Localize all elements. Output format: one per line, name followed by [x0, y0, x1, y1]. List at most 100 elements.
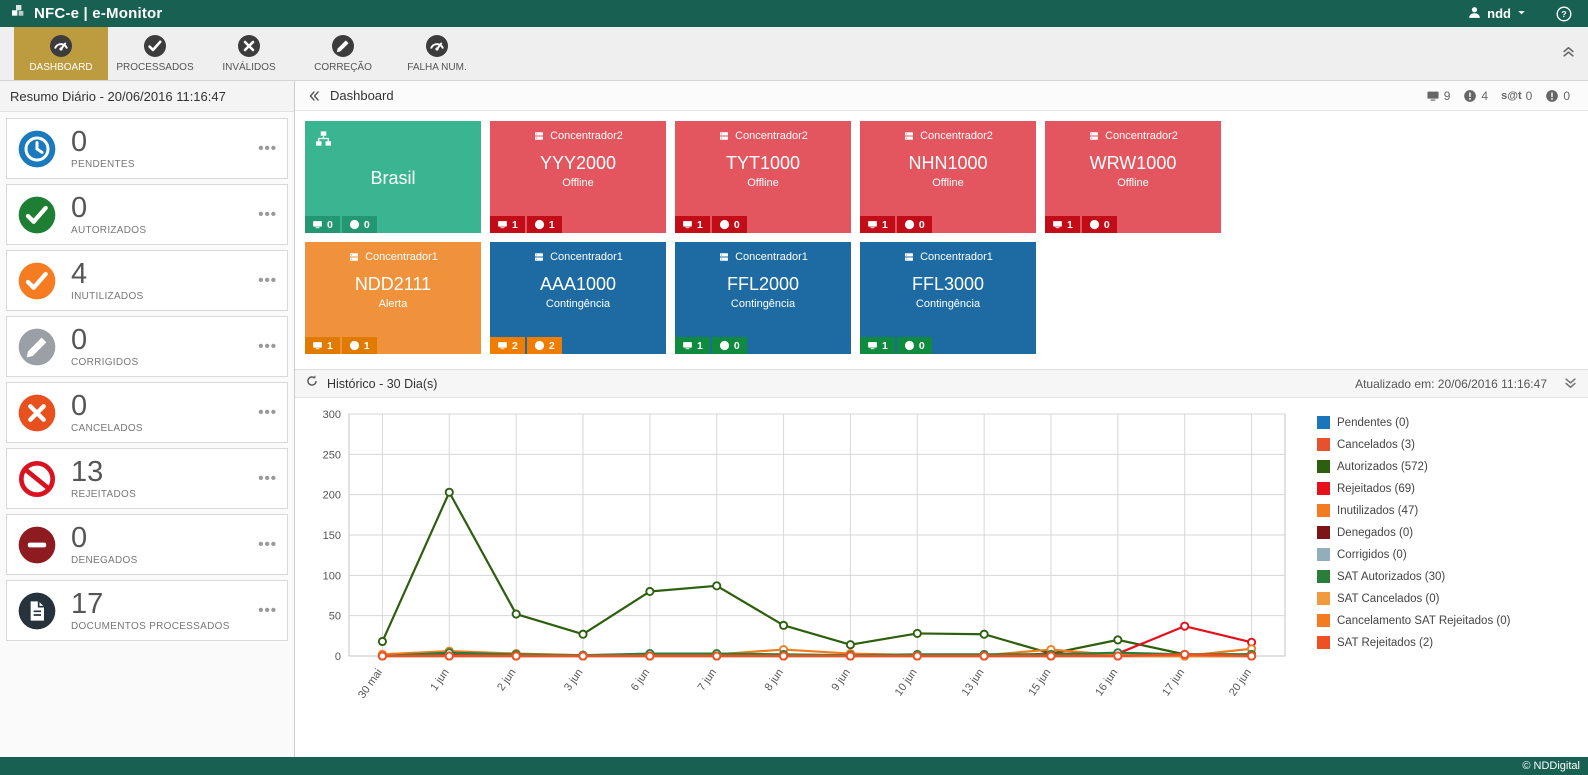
- tile-badge: 2: [490, 337, 525, 354]
- svg-text:250: 250: [323, 449, 341, 461]
- alert-icon: [1089, 219, 1100, 230]
- tab-processados[interactable]: PROCESSADOS: [108, 27, 202, 80]
- concentrator-tile[interactable]: Concentrador2WRW1000Offline10: [1045, 121, 1221, 233]
- tile-badge: 0: [305, 216, 340, 233]
- badge-count: 2: [512, 340, 518, 352]
- card-menu-button[interactable]: •••: [258, 603, 277, 618]
- alert-icon: [719, 219, 730, 230]
- history-chart: 05010015020025030030 mai1 jun2 jun3 jun6…: [301, 404, 1301, 734]
- tile-status: Offline: [490, 177, 666, 189]
- chart-legend: Pendentes (0) Cancelados (3) Autorizados (…: [1301, 404, 1573, 734]
- card-menu-button[interactable]: •••: [258, 339, 277, 354]
- svg-text:30 mai: 30 mai: [356, 667, 385, 701]
- refresh-icon[interactable]: [305, 374, 319, 393]
- card-menu-button[interactable]: •••: [258, 537, 277, 552]
- user-menu[interactable]: ndd: [1467, 5, 1527, 23]
- card-label: INUTILIZADOS: [71, 291, 144, 302]
- legend-swatch: [1317, 460, 1330, 473]
- tab-label: CORREÇÃO: [314, 62, 372, 73]
- tile-badge: 0: [712, 216, 747, 233]
- tab-falha-num-[interactable]: FALHA NUM.: [390, 27, 484, 80]
- collapse-sidebar-button[interactable]: [307, 89, 321, 103]
- card-text: 0CORRIGIDOS: [71, 325, 138, 368]
- legend-swatch: [1317, 636, 1330, 649]
- document-icon: [17, 591, 57, 631]
- alert-icon: [349, 340, 360, 351]
- tab-label: PROCESSADOS: [116, 62, 193, 73]
- legend-item[interactable]: Inutilizados (47): [1317, 504, 1573, 517]
- history-panel: Histórico - 30 Dia(s) Atualizado em: 20/…: [295, 369, 1588, 757]
- card-text: 0DENEGADOS: [71, 523, 138, 566]
- svg-text:300: 300: [323, 409, 341, 421]
- tile-name: NDD2111: [305, 274, 481, 295]
- legend-item[interactable]: SAT Rejeitados (2): [1317, 636, 1573, 649]
- region-tile[interactable]: Brasil00: [305, 121, 481, 233]
- card-menu-button[interactable]: •••: [258, 471, 277, 486]
- tab-label: INVÁLIDOS: [222, 62, 275, 73]
- toolbar-collapse-button[interactable]: [1561, 44, 1576, 64]
- monitor-icon: [867, 219, 878, 230]
- card-label: CORRIGIDOS: [71, 357, 138, 368]
- panel-collapse-button[interactable]: [1563, 376, 1578, 391]
- legend-label: Rejeitados (69): [1337, 483, 1415, 495]
- card-menu-button[interactable]: •••: [258, 207, 277, 222]
- tile-name: NHN1000: [860, 153, 1036, 174]
- footer: © NDDigital: [0, 757, 1588, 775]
- pencil-icon: [331, 34, 355, 58]
- ban-icon: [17, 459, 57, 499]
- concentrator-tile[interactable]: Concentrador1FFL3000Contingência10: [860, 242, 1036, 354]
- legend-item[interactable]: Autorizados (572): [1317, 460, 1573, 473]
- concentrator-tile[interactable]: Concentrador2YYY2000Offline11: [490, 121, 666, 233]
- tab-dashboard[interactable]: DASHBOARD: [14, 27, 108, 80]
- legend-swatch: [1317, 438, 1330, 451]
- badge-count: 1: [327, 340, 333, 352]
- concentrator-tile[interactable]: Concentrador2NHN1000Offline10: [860, 121, 1036, 233]
- monitor-icon: [682, 219, 693, 230]
- concentrator-tile[interactable]: Concentrador1FFL2000Contingência10: [675, 242, 851, 354]
- legend-item[interactable]: SAT Autorizados (30): [1317, 570, 1573, 583]
- concentrator-tile[interactable]: Concentrador2TYT1000Offline10: [675, 121, 851, 233]
- tile-concentrator-label: Concentrador1: [675, 242, 851, 263]
- updated-timestamp: Atualizado em: 20/06/2016 11:16:47: [1355, 377, 1547, 391]
- card-value: 4: [71, 259, 144, 289]
- tile-status: Alerta: [305, 298, 481, 310]
- tile-header-text: Concentrador2: [920, 130, 993, 142]
- card-label: CANCELADOS: [71, 423, 143, 434]
- help-button[interactable]: ?: [1556, 6, 1572, 22]
- tab-corre-o[interactable]: CORREÇÃO: [296, 27, 390, 80]
- legend-item[interactable]: Cancelados (3): [1317, 438, 1573, 451]
- alert-icon: [719, 340, 730, 351]
- x-icon: [237, 34, 261, 58]
- legend-item[interactable]: Rejeitados (69): [1317, 482, 1573, 495]
- legend-item[interactable]: Pendentes (0): [1317, 416, 1573, 429]
- tab-inv-lidos[interactable]: INVÁLIDOS: [202, 27, 296, 80]
- concentrator-tile[interactable]: Concentrador1NDD2111Alerta11: [305, 242, 481, 354]
- legend-item[interactable]: Cancelamento SAT Rejeitados (0): [1317, 614, 1573, 627]
- summary-card: 0AUTORIZADOS•••: [6, 184, 288, 245]
- card-menu-button[interactable]: •••: [258, 141, 277, 156]
- legend-label: SAT Cancelados (0): [1337, 593, 1439, 605]
- card-value: 0: [71, 193, 146, 223]
- legend-swatch: [1317, 548, 1330, 561]
- x-icon: [17, 393, 57, 433]
- server-icon: [903, 130, 915, 142]
- legend-label: Inutilizados (47): [1337, 505, 1418, 517]
- status-alert: 4: [1463, 89, 1488, 103]
- badge-count: 1: [549, 219, 555, 231]
- check-icon: [143, 34, 167, 58]
- legend-item[interactable]: Denegados (0): [1317, 526, 1573, 539]
- summary-card: 17DOCUMENTOS PROCESSADOS•••: [6, 580, 288, 641]
- toolbar: DASHBOARD PROCESSADOS INVÁLIDOS CORREÇÃO FAL…: [0, 27, 1588, 81]
- status-counters: 94s@t00: [1426, 89, 1576, 103]
- card-text: 13REJEITADOS: [71, 457, 136, 500]
- legend-item[interactable]: Corrigidos (0): [1317, 548, 1573, 561]
- legend-item[interactable]: SAT Cancelados (0): [1317, 592, 1573, 605]
- card-menu-button[interactable]: •••: [258, 273, 277, 288]
- badge-count: 0: [919, 219, 925, 231]
- svg-text:6 jun: 6 jun: [629, 667, 653, 693]
- tab-label: FALHA NUM.: [407, 62, 466, 73]
- tile-name: TYT1000: [675, 153, 851, 174]
- card-menu-button[interactable]: •••: [258, 405, 277, 420]
- alert-icon: [534, 219, 545, 230]
- concentrator-tile[interactable]: Concentrador1AAA1000Contingência22: [490, 242, 666, 354]
